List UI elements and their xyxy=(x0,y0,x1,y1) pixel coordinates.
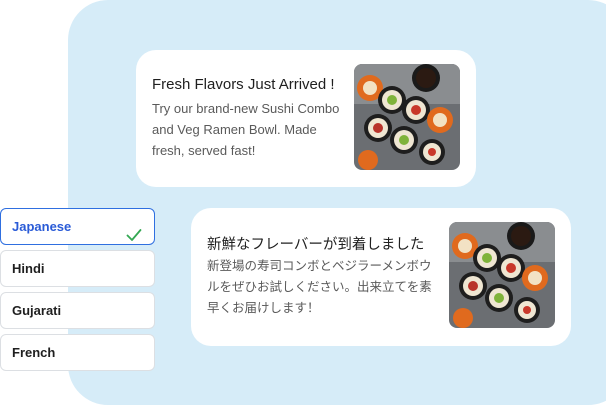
app-stage: Fresh Flavors Just Arrived ! Try our bra… xyxy=(0,0,606,405)
sushi-image xyxy=(354,64,460,170)
language-label: Japanese xyxy=(12,219,72,234)
language-option-gujarati[interactable]: Gujarati xyxy=(0,292,155,329)
language-list: Japanese Hindi Gujarati French xyxy=(0,208,156,376)
notification-title: Fresh Flavors Just Arrived ! xyxy=(152,76,335,93)
language-option-hindi[interactable]: Hindi xyxy=(0,250,155,287)
language-label: Hindi xyxy=(12,261,45,276)
language-option-japanese[interactable]: Japanese xyxy=(0,208,155,245)
check-icon xyxy=(126,220,142,241)
notification-body: Try our brand-new Sushi Combo and Veg Ra… xyxy=(152,101,340,158)
language-option-french[interactable]: French xyxy=(0,334,155,371)
notification-body: 新登場の寿司コンボとベジラーメンボウルをぜひお試しください。出来立てを素早くお届… xyxy=(207,259,432,315)
sushi-image xyxy=(449,222,555,328)
notification-card-english[interactable]: Fresh Flavors Just Arrived ! Try our bra… xyxy=(136,50,476,187)
language-label: Gujarati xyxy=(12,303,62,318)
notification-card-japanese[interactable]: 新鮮なフレーバーが到着しました 新登場の寿司コンボとベジラーメンボウルをぜひお試… xyxy=(191,208,571,346)
language-label: French xyxy=(12,345,56,360)
notification-title: 新鮮なフレーバーが到着しました xyxy=(207,237,425,253)
